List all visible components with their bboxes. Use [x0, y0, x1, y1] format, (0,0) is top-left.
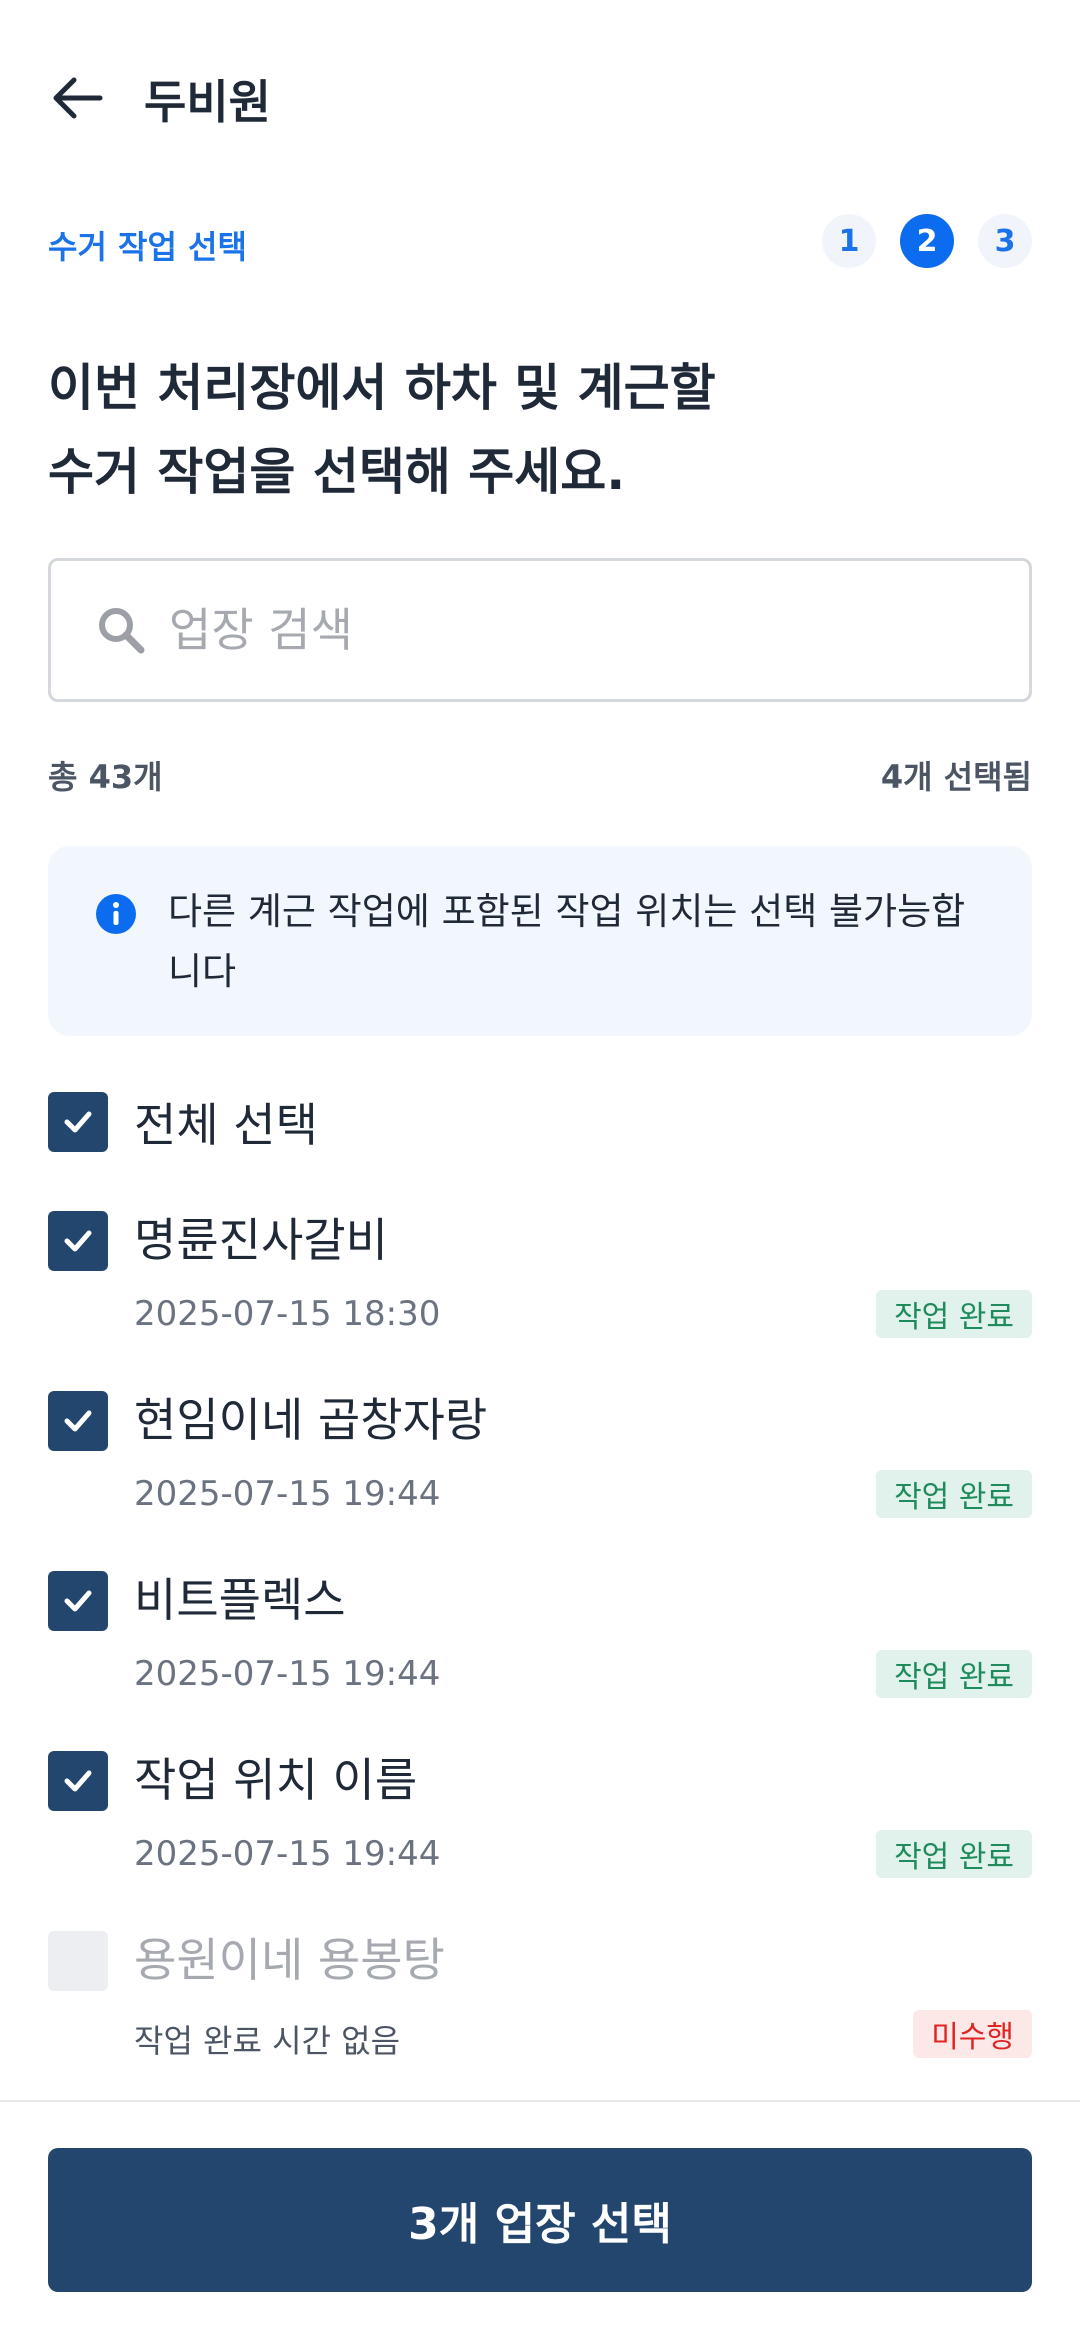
app-header: 두비원 [0, 0, 1080, 190]
stepper: 수거 작업 선택 1 2 3 [48, 214, 1032, 274]
select-all-label: 전체 선택 [134, 1098, 318, 1152]
total-count: 총 43개 [48, 758, 163, 796]
notice-banner: 다른 계근 작업에 포함된 작업 위치는 선택 불가능합니다 [48, 846, 1032, 1036]
list-item[interactable]: 명륜진사갈비 2025-07-15 18:30 작업 완료 [48, 1208, 1032, 1388]
item-time: 작업 완료 시간 없음 [134, 2022, 401, 2060]
item-checkbox[interactable] [48, 1391, 108, 1451]
status-badge: 작업 완료 [876, 1290, 1032, 1338]
headline: 이번 처리장에서 하차 및 계근할 수거 작업을 선택해 주세요. [48, 346, 1032, 514]
item-name: 비트플렉스 [134, 1573, 346, 1627]
status-badge: 작업 완료 [876, 1650, 1032, 1698]
item-name: 현임이네 곱창자랑 [134, 1393, 488, 1447]
select-confirm-button[interactable]: 3개 업장 선택 [48, 2148, 1032, 2292]
list-item[interactable]: 작업 위치 이름 2025-07-15 19:44 작업 완료 [48, 1748, 1032, 1928]
step-2: 2 [900, 214, 954, 268]
item-time: 2025-07-15 19:44 [134, 1654, 441, 1694]
item-name: 작업 위치 이름 [134, 1753, 418, 1807]
list-item[interactable]: 현임이네 곱창자랑 2025-07-15 19:44 작업 완료 [48, 1388, 1032, 1568]
step-3: 3 [978, 214, 1032, 268]
select-all-checkbox[interactable] [48, 1092, 108, 1152]
notice-text: 다른 계근 작업에 포함된 작업 위치는 선택 불가능합니다 [168, 890, 966, 993]
step-indicators: 1 2 3 [822, 214, 1032, 268]
check-icon [64, 1770, 92, 1792]
item-checkbox[interactable] [48, 1751, 108, 1811]
job-list: 명륜진사갈비 2025-07-15 18:30 작업 완료 현임이네 곱창자랑 … [48, 1208, 1032, 2108]
step-label: 수거 작업 선택 [48, 228, 247, 266]
item-checkbox[interactable] [48, 1211, 108, 1271]
bottom-bar: 3개 업장 선택 [0, 2100, 1080, 2340]
item-time: 2025-07-15 18:30 [134, 1294, 441, 1334]
item-checkbox[interactable] [48, 1571, 108, 1631]
headline-line-2: 수거 작업을 선택해 주세요. [48, 443, 626, 501]
back-button[interactable] [48, 68, 120, 128]
item-checkbox-disabled [48, 1931, 108, 1991]
list-item: 용원이네 용봉탕 작업 완료 시간 없음 미수행 [48, 1928, 1032, 2108]
select-all-row[interactable]: 전체 선택 [48, 1090, 318, 1154]
count-row: 총 43개 4개 선택됨 [48, 752, 1032, 802]
item-name: 명륜진사갈비 [134, 1213, 388, 1267]
check-icon [64, 1111, 92, 1133]
step-1: 1 [822, 214, 876, 268]
item-time: 2025-07-15 19:44 [134, 1474, 441, 1514]
list-item[interactable]: 비트플렉스 2025-07-15 19:44 작업 완료 [48, 1568, 1032, 1748]
check-icon [64, 1590, 92, 1612]
item-time: 2025-07-15 19:44 [134, 1834, 441, 1874]
search-icon [99, 608, 145, 654]
status-badge: 미수행 [913, 2010, 1032, 2058]
search-box[interactable] [48, 558, 1032, 702]
page-title: 두비원 [144, 75, 271, 129]
check-icon [64, 1230, 92, 1252]
arrow-left-icon [53, 77, 103, 119]
search-input[interactable] [169, 603, 969, 657]
status-badge: 작업 완료 [876, 1470, 1032, 1518]
selected-count: 4개 선택됨 [880, 758, 1032, 796]
check-icon [64, 1410, 92, 1432]
status-badge: 작업 완료 [876, 1830, 1032, 1878]
headline-line-1: 이번 처리장에서 하차 및 계근할 [48, 359, 716, 417]
info-icon [96, 894, 136, 934]
item-name: 용원이네 용봉탕 [134, 1933, 445, 1987]
